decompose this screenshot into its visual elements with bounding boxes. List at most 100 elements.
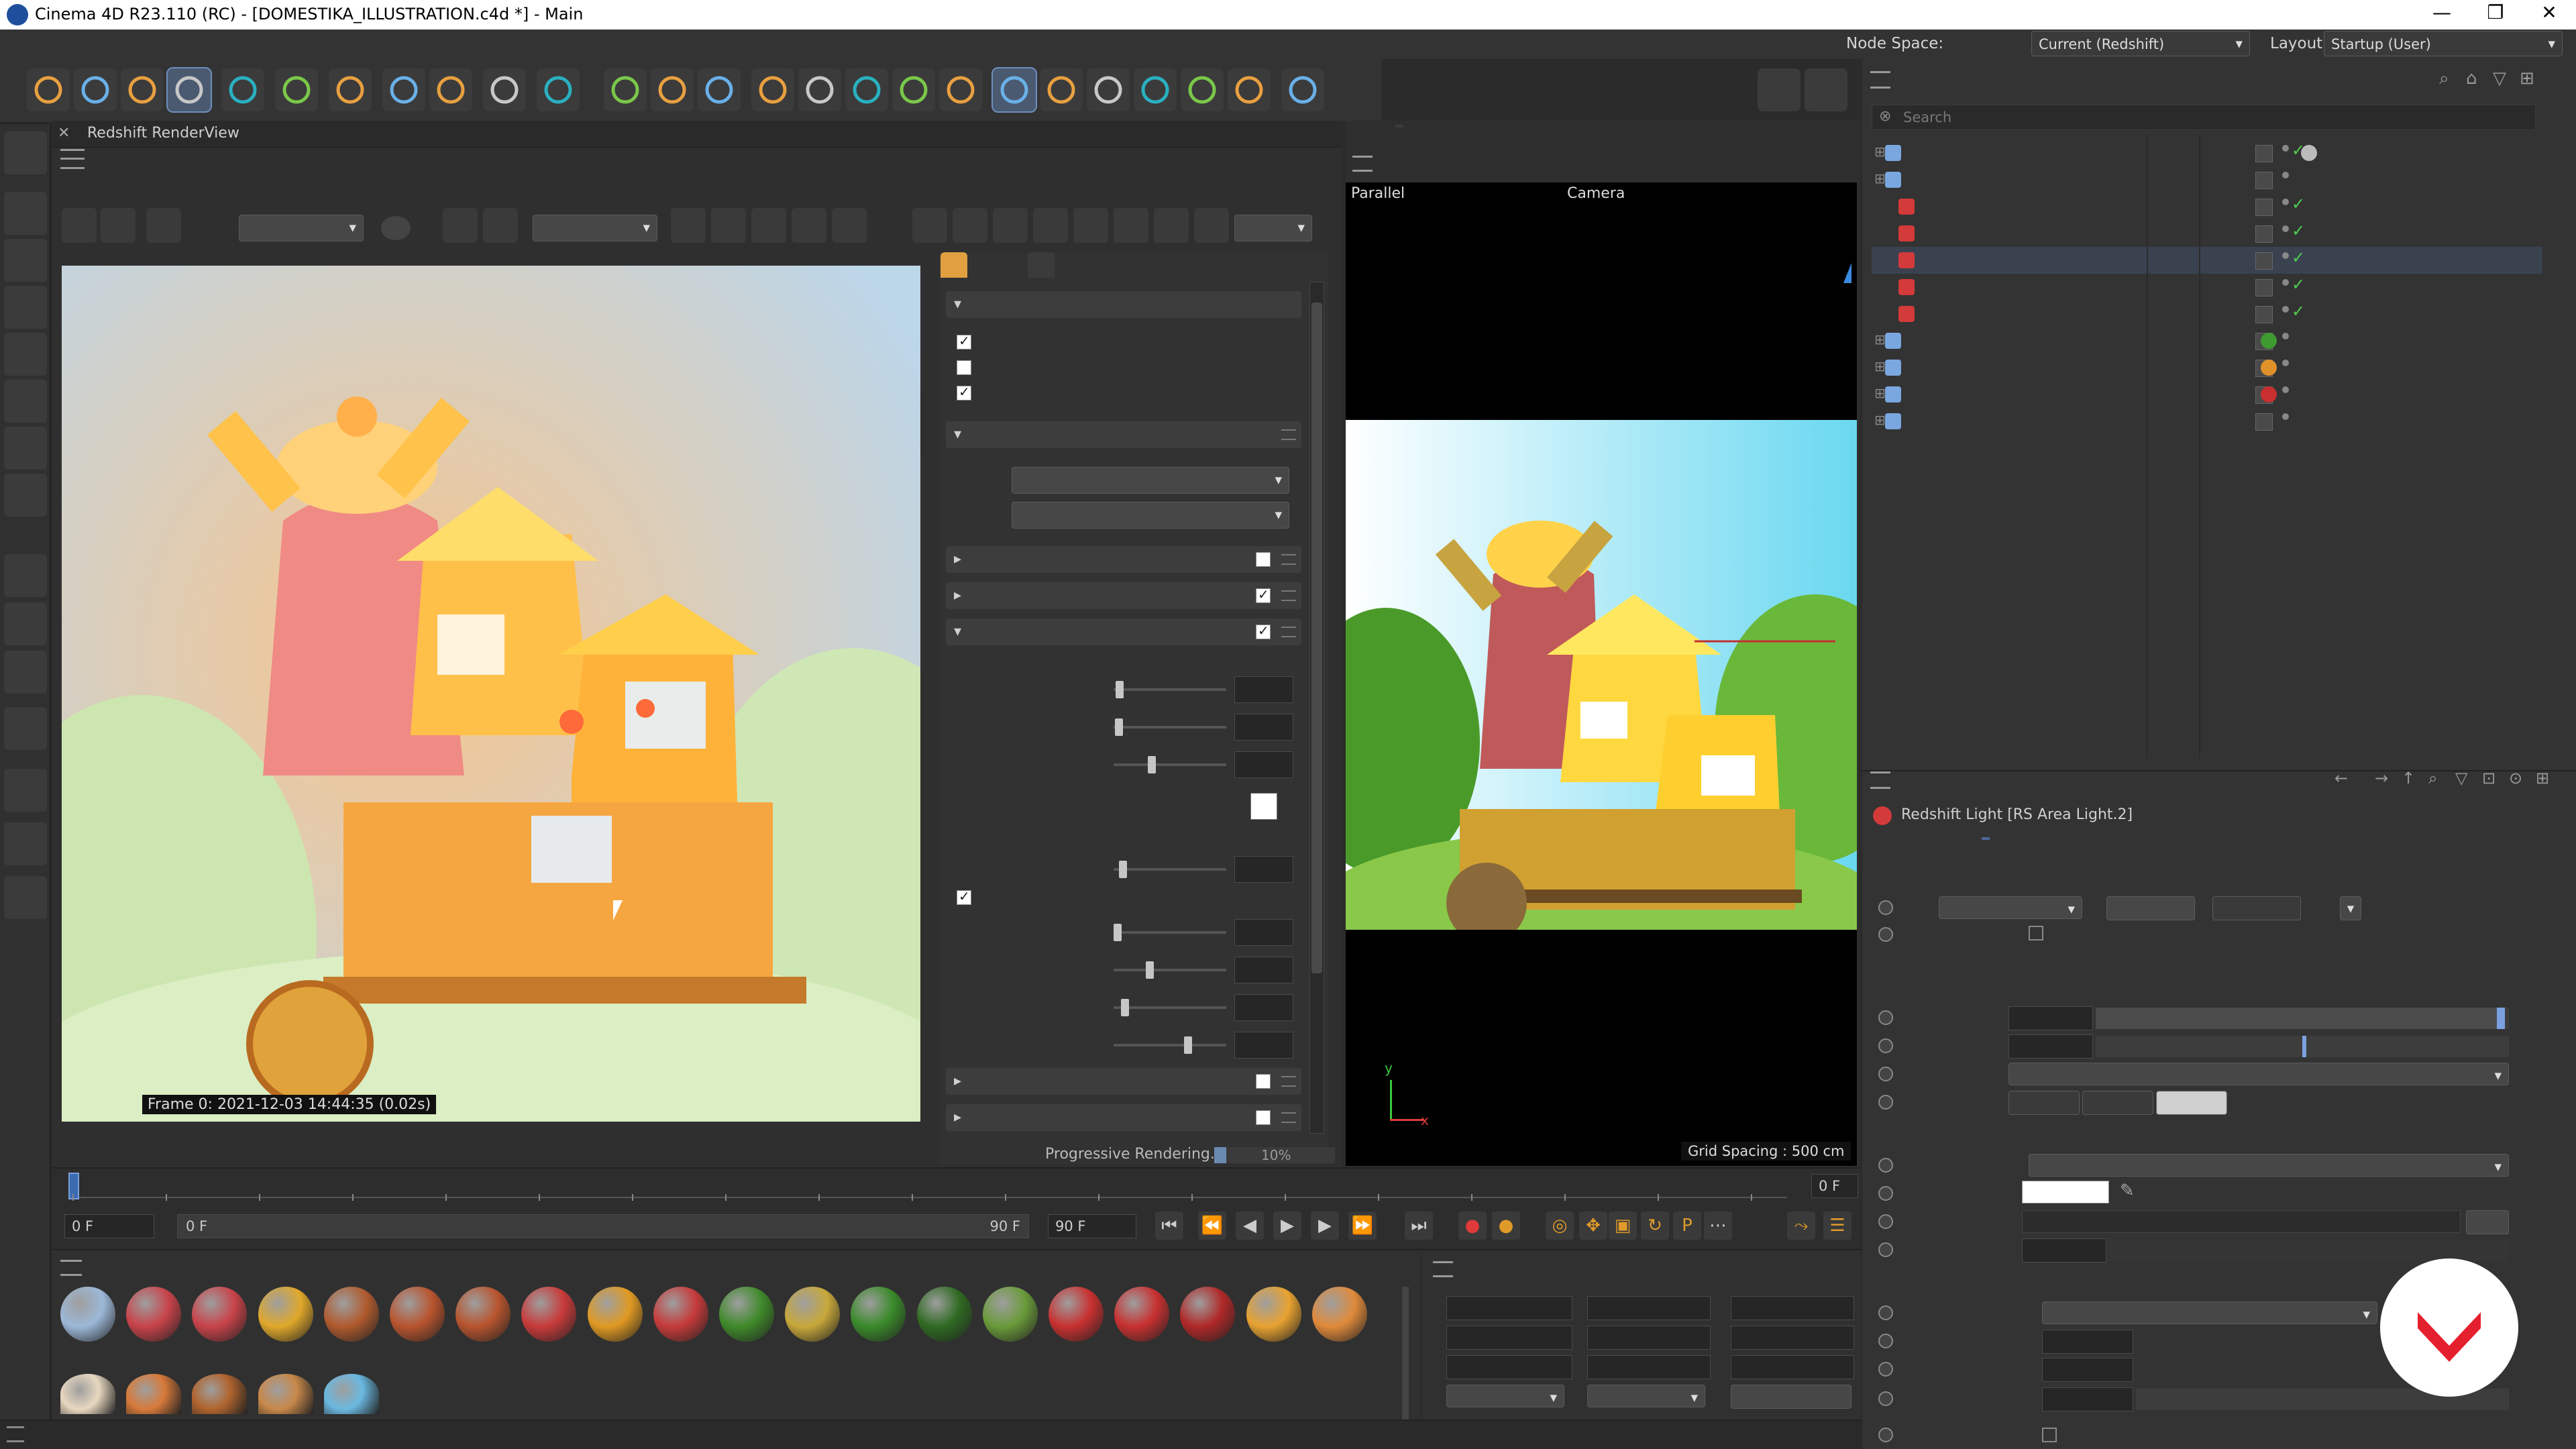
slider-knob[interactable] xyxy=(1116,681,1124,698)
snapshot-icon[interactable] xyxy=(62,208,97,243)
black-crush-threshold-field[interactable] xyxy=(1234,957,1293,983)
material-tag-icon[interactable] xyxy=(2261,386,2277,402)
material-swatch-rs-mate[interactable] xyxy=(1311,1287,1367,1342)
saturation-field[interactable] xyxy=(1234,1032,1293,1059)
size-z-field[interactable] xyxy=(1587,1355,1711,1379)
object-manager-menu-icon[interactable] xyxy=(1870,71,1890,89)
rotation-b-field[interactable] xyxy=(1731,1355,1854,1379)
rgb-channel-button[interactable] xyxy=(381,216,411,240)
animate-radio-icon[interactable] xyxy=(1878,1305,1893,1320)
apply-button[interactable] xyxy=(1731,1385,1851,1409)
lut-section[interactable]: ▸ xyxy=(946,546,1301,573)
viewport-menu-icon[interactable] xyxy=(1352,156,1373,172)
graph-menu-button[interactable]: ▾ xyxy=(2340,896,2361,920)
material-swatch-pattern[interactable] xyxy=(719,1287,774,1342)
intensity-knob[interactable] xyxy=(2496,1008,2505,1029)
material-swatch[interactable] xyxy=(126,1374,182,1414)
object-row-plane[interactable]: ⊞ ✓ xyxy=(1872,140,2542,166)
timeline-settings-icon[interactable]: ☰ xyxy=(1823,1212,1851,1240)
enabled-check-icon[interactable]: ✓ xyxy=(2292,275,2305,294)
motion-path-icon[interactable]: ⤳ xyxy=(1787,1212,1815,1240)
enabled-check-icon[interactable]: ✓ xyxy=(2292,195,2305,213)
allowed-overexposure-field[interactable] xyxy=(1234,919,1293,946)
view-select[interactable] xyxy=(1012,502,1289,529)
checkbox-apply-to-non-beauty-aovs[interactable] xyxy=(957,360,981,376)
render-dot-icon[interactable] xyxy=(2282,360,2289,366)
material-swatch-maison[interactable] xyxy=(1246,1287,1301,1342)
bloom-section[interactable]: ▸ xyxy=(946,1068,1301,1095)
f-stop-field[interactable] xyxy=(1234,751,1293,778)
prev-key-icon[interactable]: ⏪ xyxy=(1198,1212,1226,1240)
texture-field[interactable] xyxy=(2022,1210,2461,1233)
render-dot-icon[interactable] xyxy=(2282,279,2289,286)
material-swatch[interactable] xyxy=(258,1374,313,1414)
lut-section-enable-checkbox[interactable] xyxy=(1256,552,1271,567)
deformer-icon[interactable] xyxy=(1134,68,1177,111)
camera-icon[interactable] xyxy=(1228,68,1271,111)
settings-icon[interactable]: ⊙ xyxy=(2509,769,2522,788)
visibility-toggle[interactable] xyxy=(2255,199,2273,216)
status-menu-icon[interactable] xyxy=(7,1426,24,1442)
enabled-check-icon[interactable]: ✓ xyxy=(2292,248,2305,267)
shutter-time-ratio-field[interactable] xyxy=(1234,714,1293,741)
tab-pixel[interactable] xyxy=(1028,252,1055,278)
object-row-maison[interactable]: ⊞ xyxy=(1872,354,2542,381)
snap-s3-icon[interactable] xyxy=(4,651,47,694)
object-row-lumi-res[interactable]: ⊞ xyxy=(1872,166,2542,193)
visibility-toggle[interactable] xyxy=(2255,306,2273,323)
measure-icon[interactable] xyxy=(1087,68,1130,111)
material-swatch-buisson[interactable] xyxy=(851,1287,906,1342)
tab-display[interactable] xyxy=(941,252,967,278)
object-search-box[interactable]: ⊗ Search xyxy=(1872,105,2536,130)
visibility-toggle[interactable] xyxy=(2255,172,2273,189)
rv-tool-3-icon[interactable] xyxy=(792,208,826,243)
x-axis-lock-icon[interactable] xyxy=(429,68,472,111)
material-swatch-ciel[interactable] xyxy=(60,1287,115,1342)
color-controls-section-menu-icon[interactable] xyxy=(1281,590,1296,601)
material-swatch[interactable] xyxy=(323,1374,379,1414)
allowed-overexposure-slider[interactable] xyxy=(1114,924,1226,941)
size-y-field[interactable] xyxy=(1587,1326,1711,1350)
texture-mode-icon[interactable] xyxy=(4,239,47,282)
snap-s-icon[interactable] xyxy=(4,554,47,597)
size-y-field[interactable] xyxy=(2042,1358,2133,1382)
grid-snap-icon[interactable] xyxy=(4,822,47,865)
search-icon[interactable]: ⌕ xyxy=(2439,68,2449,89)
attribute-tab-coord[interactable] xyxy=(1925,837,1933,840)
exposure-field[interactable] xyxy=(2008,1034,2093,1059)
color-management-section-menu-icon[interactable] xyxy=(1281,429,1296,440)
rv-tool-5-icon[interactable] xyxy=(912,208,947,243)
animate-radio-icon[interactable] xyxy=(1878,1391,1893,1406)
search-icon[interactable]: ⌕ xyxy=(2428,769,2437,788)
autokey-icon[interactable]: ● xyxy=(1492,1212,1520,1240)
material-menu-icon[interactable] xyxy=(60,1260,82,1276)
object-row-phare[interactable]: ⊞ xyxy=(1872,381,2542,408)
layout-select[interactable]: Startup (User) xyxy=(2324,31,2563,56)
f-stop-slider[interactable] xyxy=(1114,756,1226,773)
material-swatch[interactable] xyxy=(192,1374,248,1414)
zoom-field[interactable] xyxy=(1234,215,1312,241)
slider-knob[interactable] xyxy=(1184,1036,1192,1054)
material-tag-icon[interactable] xyxy=(2261,333,2277,349)
intensity-slider[interactable] xyxy=(2096,1008,2509,1029)
material-swatch-pattern[interactable] xyxy=(258,1287,313,1342)
visibility-toggle[interactable] xyxy=(2255,225,2273,243)
cube-primitive-icon[interactable] xyxy=(798,68,841,111)
viewport-canvas[interactable]: Parallel Camera Grid Spacing : 500 cm y … xyxy=(1346,182,1857,1166)
object-row-camera[interactable]: ⊞ xyxy=(1872,408,2542,435)
slider-knob[interactable] xyxy=(1119,861,1127,878)
rv-tool-7-icon[interactable] xyxy=(993,208,1028,243)
temperature-field[interactable] xyxy=(2022,1238,2106,1263)
rv-tool-12-icon[interactable] xyxy=(1194,208,1229,243)
material-swatch-moulin[interactable] xyxy=(1180,1287,1236,1342)
black-crush-amount-field[interactable] xyxy=(1234,994,1293,1021)
animate-radio-icon[interactable] xyxy=(1878,1362,1893,1377)
intensity-field[interactable] xyxy=(2008,1006,2093,1030)
close-button[interactable]: ✕ xyxy=(2522,1,2576,23)
saturation-slider[interactable] xyxy=(1114,1036,1226,1054)
render-dot-icon[interactable] xyxy=(2282,145,2289,152)
add-graph-button[interactable] xyxy=(2106,896,2195,920)
expand-icon[interactable]: ⊞ xyxy=(1874,385,1886,401)
animate-radio-icon[interactable] xyxy=(1878,1067,1893,1081)
photographic-exposure-section-menu-icon[interactable] xyxy=(1281,627,1296,637)
